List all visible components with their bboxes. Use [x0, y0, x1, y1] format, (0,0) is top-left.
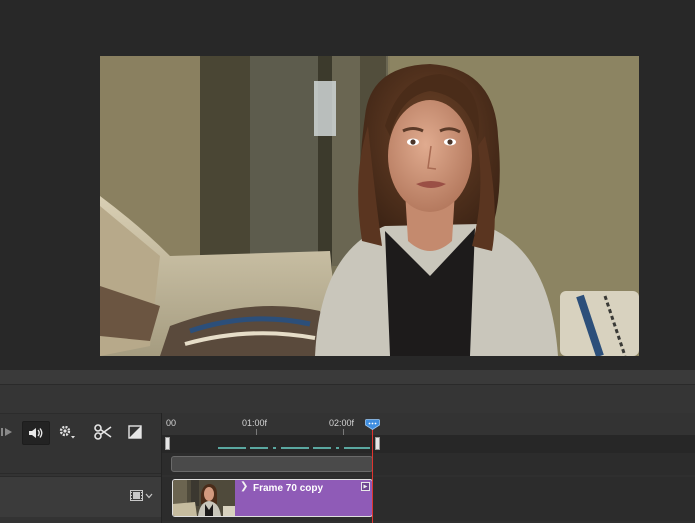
play-triangle-icon — [363, 484, 368, 489]
timeline-controls — [0, 413, 161, 448]
scissors-icon — [94, 424, 112, 440]
transition-icon — [128, 425, 142, 439]
settings-button[interactable] — [56, 421, 78, 443]
chevron-down-icon — [145, 493, 153, 498]
play-forward-button[interactable] — [0, 421, 14, 443]
panel-empty-band — [0, 385, 695, 413]
panel-header-strip — [0, 370, 695, 385]
timeline-panel: 00 01:00f 02:00f ❯ Frame 70 copy — [0, 370, 695, 523]
render-cache-indicator — [218, 447, 370, 449]
audio-track-clip[interactable] — [171, 456, 373, 472]
split-clip-button[interactable] — [91, 421, 115, 443]
clip-thumbnail — [173, 480, 235, 516]
video-frame-picture — [100, 56, 639, 356]
gear-icon — [59, 425, 75, 439]
canvas-area — [0, 0, 695, 370]
video-track-header[interactable] — [0, 476, 161, 517]
work-area-start-handle[interactable] — [165, 437, 170, 450]
speaker-icon — [29, 428, 43, 438]
audio-track-lane — [162, 453, 695, 475]
work-area-end-handle[interactable] — [375, 437, 380, 450]
clip-menu-button[interactable] — [361, 482, 370, 491]
film-icon — [130, 490, 143, 501]
playhead-line — [372, 429, 373, 523]
video-track-lane: ❯ Frame 70 copy — [162, 477, 695, 521]
video-clip[interactable]: ❯ Frame 70 copy — [172, 479, 373, 517]
ruler-label-01: 01:00f — [242, 418, 268, 428]
time-ruler[interactable]: 00 01:00f 02:00f — [162, 413, 695, 435]
play-icon — [1, 428, 12, 436]
track-header-area — [0, 447, 161, 523]
playhead-handle[interactable] — [365, 419, 380, 430]
timeline-tracks: 00 01:00f 02:00f ❯ Frame 70 copy — [161, 413, 695, 523]
work-area-bar — [162, 435, 695, 453]
track-options-button[interactable] — [130, 490, 153, 501]
ruler-label-02: 02:00f — [329, 418, 355, 428]
ruler-label-00: 00 — [166, 418, 177, 428]
document-image[interactable] — [100, 56, 639, 356]
audio-track-header[interactable] — [0, 447, 161, 474]
transition-button[interactable] — [125, 421, 145, 443]
clip-name: Frame 70 copy — [253, 483, 324, 494]
mute-audio-button[interactable] — [22, 421, 50, 445]
clip-expand-chevron-icon[interactable]: ❯ — [240, 481, 248, 492]
